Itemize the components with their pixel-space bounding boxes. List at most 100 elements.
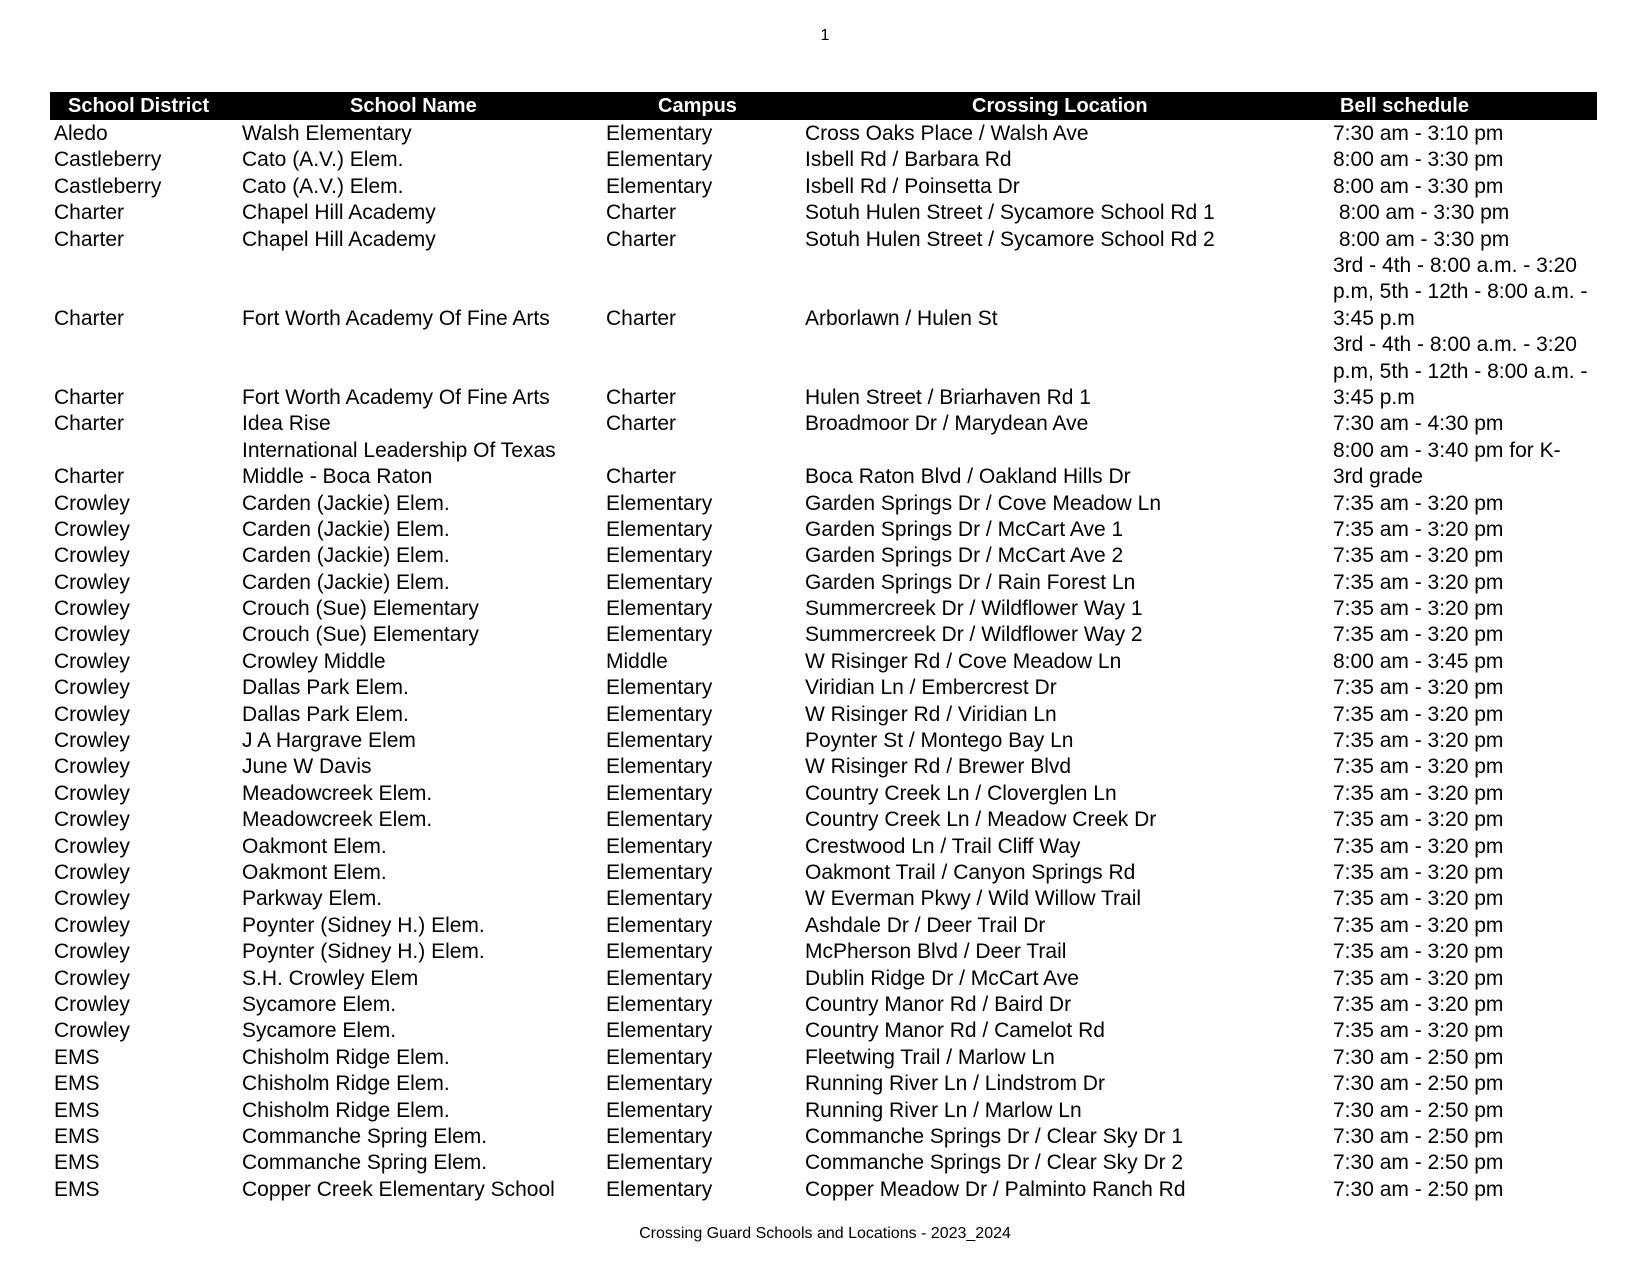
campus-cell: Elementary (606, 992, 712, 1018)
bell-schedule-cell: 7:30 am - 2:50 pm (1333, 1098, 1503, 1124)
school-name-cell-line: Dallas Park Elem. (242, 702, 409, 726)
campus-cell: Elementary (606, 622, 712, 648)
crossing-location-cell-line: W Risinger Rd / Viridian Ln (805, 702, 1057, 726)
table-row: Crowley Carden (Jackie) Elem. Elementary Ga… (0, 543, 1650, 569)
school-name-cell: Copper Creek Elementary School (242, 1177, 555, 1203)
header-school-district: School District (68, 95, 210, 117)
table-row: Crowley Crouch (Sue) Elementary Elementary… (0, 622, 1650, 648)
table-row: Charter International Leadership Of Texas… (0, 438, 1650, 491)
crossing-location-cell: W Risinger Rd / Viridian Ln (805, 702, 1057, 728)
school-name-cell: Oakmont Elem. (242, 834, 387, 860)
crossing-location-cell: Isbell Rd / Poinsetta Dr (805, 174, 1020, 200)
crossing-location-cell-line: McPherson Blvd / Deer Trail (805, 940, 1067, 964)
header-school-name: School Name (350, 95, 477, 117)
table-row: Aledo Walsh Elementary Elementary Cross Oak… (0, 121, 1650, 147)
bell-schedule-cell: 7:35 am - 3:20 pm (1333, 992, 1503, 1018)
crossing-location-cell-line: Country Creek Ln / Meadow Creek Dr (805, 808, 1157, 832)
school-name-cell-line: Fort Worth Academy Of Fine Arts (242, 306, 550, 330)
campus-cell: Elementary (606, 517, 712, 543)
campus-cell-line: Charter (606, 385, 677, 409)
bell-schedule-cell: 7:30 am - 2:50 pm (1333, 1124, 1503, 1150)
crossing-location-cell-line: Arborlawn / Hulen St (805, 306, 998, 330)
school-district-cell-line: Crowley (54, 887, 130, 911)
school-district-cell-line: Charter (54, 385, 125, 409)
bell-schedule-cell: 7:30 am - 2:50 pm (1333, 1177, 1503, 1203)
school-name-cell-line: Meadowcreek Elem. (242, 808, 433, 832)
campus-cell: Elementary (606, 834, 712, 860)
school-name-cell: Carden (Jackie) Elem. (242, 517, 450, 543)
header-crossing-location: Crossing Location (972, 95, 1148, 117)
table-row: EMS Chisholm Ridge Elem. Elementary Running… (0, 1098, 1650, 1124)
crossing-location-cell: McPherson Blvd / Deer Trail (805, 939, 1066, 965)
campus-cell: Elementary (606, 121, 712, 147)
school-name-cell: Sycamore Elem. (242, 1018, 396, 1044)
crossing-location-cell-line: Ashdale Dr / Deer Trail Dr (805, 913, 1046, 937)
campus-cell: Elementary (606, 675, 712, 701)
school-name-cell: Commanche Spring Elem. (242, 1124, 487, 1150)
crossing-location-cell-line: Hulen Street / Briarhaven Rd 1 (805, 385, 1091, 409)
campus-cell-line: Elementary (606, 1151, 713, 1175)
crossing-location-cell: Garden Springs Dr / McCart Ave 1 (805, 517, 1123, 543)
crossing-location-cell-line: Summercreek Dr / Wildflower Way 1 (805, 597, 1143, 621)
bell-schedule-cell: 7:35 am - 3:20 pm (1333, 754, 1503, 780)
school-name-cell: Meadowcreek Elem. (242, 781, 432, 807)
crossing-location-cell-line: Isbell Rd / Poinsetta Dr (805, 174, 1020, 198)
bell-schedule-cell-line: 3rd grade (1333, 465, 1423, 489)
table-row: Crowley Parkway Elem. Elementary W Everman … (0, 886, 1650, 912)
bell-schedule-cell-line: 7:35 am - 3:20 pm (1333, 544, 1504, 568)
bell-schedule-cell-line: 7:35 am - 3:20 pm (1333, 834, 1504, 858)
bell-schedule-cell: 7:30 am - 4:30 pm (1333, 411, 1503, 437)
school-name-cell-line: International Leadership Of Texas (242, 438, 556, 462)
school-district-cell-line: EMS (54, 1098, 100, 1122)
bell-schedule-cell-line: 7:35 am - 3:20 pm (1333, 676, 1504, 700)
campus-cell-line: Elementary (606, 676, 713, 700)
school-name-cell: Dallas Park Elem. (242, 702, 409, 728)
campus-cell: Elementary (606, 174, 712, 200)
school-district-cell-line: Crowley (54, 729, 130, 753)
bell-schedule-cell: 8:00 am - 3:30 pm (1333, 174, 1503, 200)
crossing-location-cell-line: Boca Raton Blvd / Oakland Hills Dr (805, 465, 1131, 489)
campus-cell-line: Elementary (606, 966, 713, 990)
bell-schedule-cell: 7:35 am - 3:20 pm (1333, 570, 1503, 596)
school-name-cell: Meadowcreek Elem. (242, 807, 432, 833)
school-name-cell: Carden (Jackie) Elem. (242, 570, 450, 596)
school-district-cell-line: Charter (54, 201, 125, 225)
school-name-cell: June W Davis (242, 754, 372, 780)
campus-cell-line: Elementary (606, 913, 713, 937)
crossing-location-cell: Sotuh Hulen Street / Sycamore School Rd … (805, 227, 1215, 253)
bell-schedule-cell: 7:30 am - 2:50 pm (1333, 1071, 1503, 1097)
crossing-location-cell: Garden Springs Dr / Rain Forest Ln (805, 570, 1135, 596)
school-district-cell: EMS (54, 1177, 100, 1203)
bell-schedule-cell-line: 7:30 am - 3:10 pm (1333, 122, 1504, 145)
school-district-cell: Crowley (54, 966, 130, 992)
campus-cell-line: Charter (606, 412, 677, 436)
school-name-cell-line: Poynter (Sidney H.) Elem. (242, 940, 485, 964)
crossing-location-cell-line: Dublin Ridge Dr / McCart Ave (805, 966, 1079, 990)
campus-cell: Charter (606, 227, 676, 253)
bell-schedule-cell-line: 7:30 am - 2:50 pm (1333, 1072, 1504, 1096)
school-name-cell-line: Oakmont Elem. (242, 834, 387, 858)
school-district-cell: Crowley (54, 675, 130, 701)
bell-schedule-cell: 3rd - 4th - 8:00 a.m. - 3:20 p.m, 5th - 1… (1333, 332, 1587, 411)
school-name-cell: Crowley Middle (242, 649, 386, 675)
crossing-location-cell-line: Poynter St / Montego Bay Ln (805, 729, 1074, 753)
crossing-location-cell: Running River Ln / Marlow Ln (805, 1098, 1082, 1124)
school-district-cell: Crowley (54, 754, 130, 780)
school-district-cell-line: Crowley (54, 702, 130, 726)
crossing-location-cell-line: Summercreek Dr / Wildflower Way 2 (805, 623, 1143, 647)
campus-cell: Charter (606, 200, 676, 226)
bell-schedule-cell: 7:35 am - 3:20 pm (1333, 702, 1503, 728)
crossing-location-cell-line: Garden Springs Dr / Cove Meadow Ln (805, 491, 1162, 515)
school-name-cell-line: Commanche Spring Elem. (242, 1124, 488, 1148)
school-name-cell-line: Crouch (Sue) Elementary (242, 623, 479, 647)
crossing-location-cell: Fleetwing Trail / Marlow Ln (805, 1045, 1055, 1071)
crossing-location-cell: Dublin Ridge Dr / McCart Ave (805, 966, 1079, 992)
crossing-location-cell-line: W Everman Pkwy / Wild Willow Trail (805, 887, 1142, 911)
bell-schedule-cell-line: 7:30 am - 2:50 pm (1333, 1124, 1504, 1148)
school-name-cell-line: Chapel Hill Academy (242, 227, 436, 251)
school-name-cell-line: Sycamore Elem. (242, 1019, 397, 1043)
school-name-cell: Poynter (Sidney H.) Elem. (242, 913, 485, 939)
bell-schedule-cell-line: p.m, 5th - 12th - 8:00 a.m. - (1333, 359, 1588, 383)
school-name-cell: Carden (Jackie) Elem. (242, 491, 450, 517)
campus-cell: Elementary (606, 860, 712, 886)
